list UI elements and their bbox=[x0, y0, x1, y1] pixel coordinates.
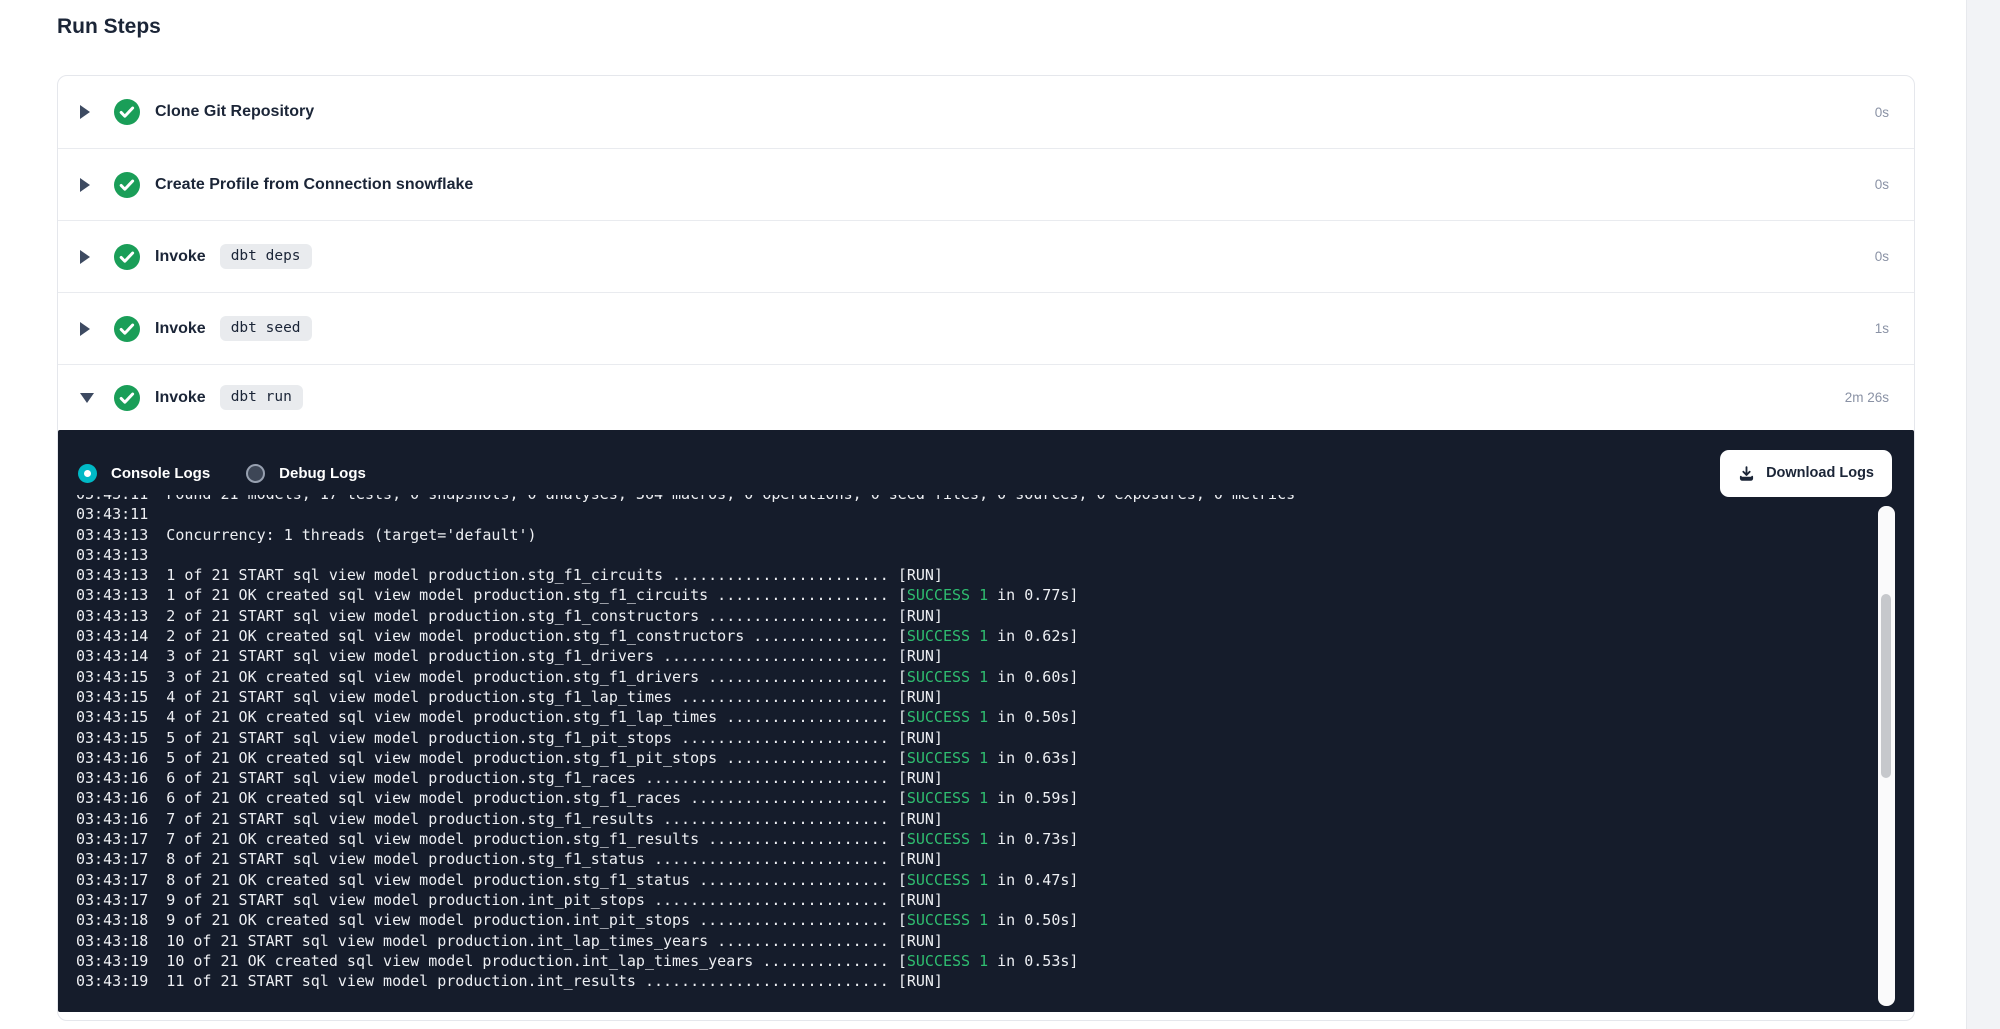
success-check-icon bbox=[114, 99, 140, 125]
log-scrollbar-thumb[interactable] bbox=[1881, 594, 1891, 778]
step-title: Invoke bbox=[155, 248, 206, 266]
log-line: 03:43:11 Found 21 models, 17 tests, 0 sn… bbox=[76, 495, 1874, 504]
console-log-panel: Console Logs Debug Logs Download Logs 03… bbox=[58, 430, 1914, 1012]
step-title: Clone Git Repository bbox=[155, 103, 314, 121]
run-steps-list: Clone Git Repository 0s Create Profile f… bbox=[58, 76, 1914, 430]
step-duration: 0s bbox=[1875, 249, 1889, 264]
log-line: 03:43:16 5 of 21 OK created sql view mod… bbox=[76, 748, 1874, 768]
debug-logs-label: Debug Logs bbox=[279, 465, 366, 482]
run-step-row[interactable]: Clone Git Repository 0s bbox=[58, 76, 1914, 148]
log-line: 03:43:13 1 of 21 START sql view model pr… bbox=[76, 565, 1874, 585]
chevron-icon[interactable] bbox=[80, 393, 94, 403]
log-content: 03:43:11 Found 21 models, 17 tests, 0 sn… bbox=[76, 495, 1874, 991]
download-logs-button[interactable]: Download Logs bbox=[1720, 450, 1892, 497]
log-line: 03:43:15 4 of 21 START sql view model pr… bbox=[76, 687, 1874, 707]
step-duration: 0s bbox=[1875, 177, 1889, 192]
step-title: Invoke bbox=[155, 389, 206, 407]
log-line: 03:43:15 4 of 21 OK created sql view mod… bbox=[76, 707, 1874, 727]
chevron-icon[interactable] bbox=[80, 178, 94, 192]
success-check-icon bbox=[114, 244, 140, 270]
step-title: Invoke bbox=[155, 320, 206, 338]
step-duration: 0s bbox=[1875, 105, 1889, 120]
debug-logs-radio[interactable]: Debug Logs bbox=[246, 464, 366, 483]
log-line: 03:43:16 6 of 21 OK created sql view mod… bbox=[76, 788, 1874, 808]
step-title: Create Profile from Connection snowflake bbox=[155, 176, 473, 194]
log-line: 03:43:15 3 of 21 OK created sql view mod… bbox=[76, 667, 1874, 687]
log-line: 03:43:17 7 of 21 OK created sql view mod… bbox=[76, 829, 1874, 849]
log-line: 03:43:15 5 of 21 START sql view model pr… bbox=[76, 728, 1874, 748]
run-step-row[interactable]: Create Profile from Connection snowflake… bbox=[58, 148, 1914, 220]
step-command-badge: dbt seed bbox=[220, 316, 312, 341]
page-title: Run Steps bbox=[0, 0, 2000, 41]
log-line: 03:43:14 3 of 21 START sql view model pr… bbox=[76, 646, 1874, 666]
right-background-strip bbox=[1966, 0, 2000, 1029]
log-viewport[interactable]: 03:43:11 Found 21 models, 17 tests, 0 sn… bbox=[76, 495, 1874, 1012]
success-check-icon bbox=[114, 385, 140, 411]
run-step-row[interactable]: Invoke dbt run 2m 26s bbox=[58, 364, 1914, 430]
download-logs-label: Download Logs bbox=[1766, 465, 1874, 481]
chevron-icon[interactable] bbox=[80, 250, 94, 264]
log-line: 03:43:13 2 of 21 START sql view model pr… bbox=[76, 606, 1874, 626]
log-line: 03:43:14 2 of 21 OK created sql view mod… bbox=[76, 626, 1874, 646]
log-toolbar: Console Logs Debug Logs Download Logs bbox=[78, 449, 1892, 497]
radio-selected-icon[interactable] bbox=[78, 464, 97, 483]
log-line: 03:43:13 Concurrency: 1 threads (target=… bbox=[76, 525, 1874, 545]
run-step-row[interactable]: Invoke dbt seed 1s bbox=[58, 292, 1914, 364]
log-scrollbar-track[interactable] bbox=[1878, 506, 1895, 1006]
log-line: 03:43:13 bbox=[76, 545, 1874, 565]
log-line: 03:43:13 1 of 21 OK created sql view mod… bbox=[76, 585, 1874, 605]
step-duration: 1s bbox=[1875, 321, 1889, 336]
radio-unselected-icon[interactable] bbox=[246, 464, 265, 483]
log-line: 03:43:19 11 of 21 START sql view model p… bbox=[76, 971, 1874, 991]
step-command-badge: dbt run bbox=[220, 385, 303, 410]
console-logs-label: Console Logs bbox=[111, 465, 210, 482]
console-logs-radio[interactable]: Console Logs bbox=[78, 464, 210, 483]
log-line: 03:43:18 9 of 21 OK created sql view mod… bbox=[76, 910, 1874, 930]
run-step-row[interactable]: Invoke dbt deps 0s bbox=[58, 220, 1914, 292]
chevron-icon[interactable] bbox=[80, 105, 94, 119]
download-icon bbox=[1738, 465, 1755, 482]
chevron-icon[interactable] bbox=[80, 322, 94, 336]
log-line: 03:43:18 10 of 21 START sql view model p… bbox=[76, 931, 1874, 951]
log-line: 03:43:16 7 of 21 START sql view model pr… bbox=[76, 809, 1874, 829]
log-line: 03:43:17 8 of 21 OK created sql view mod… bbox=[76, 870, 1874, 890]
success-check-icon bbox=[114, 172, 140, 198]
step-command-badge: dbt deps bbox=[220, 244, 312, 269]
log-line: 03:43:16 6 of 21 START sql view model pr… bbox=[76, 768, 1874, 788]
log-line: 03:43:11 bbox=[76, 504, 1874, 524]
log-line: 03:43:17 9 of 21 START sql view model pr… bbox=[76, 890, 1874, 910]
success-check-icon bbox=[114, 316, 140, 342]
step-duration: 2m 26s bbox=[1845, 390, 1889, 405]
log-line: 03:43:19 10 of 21 OK created sql view mo… bbox=[76, 951, 1874, 971]
log-line: 03:43:17 8 of 21 START sql view model pr… bbox=[76, 849, 1874, 869]
run-steps-card: Clone Git Repository 0s Create Profile f… bbox=[57, 75, 1915, 1021]
